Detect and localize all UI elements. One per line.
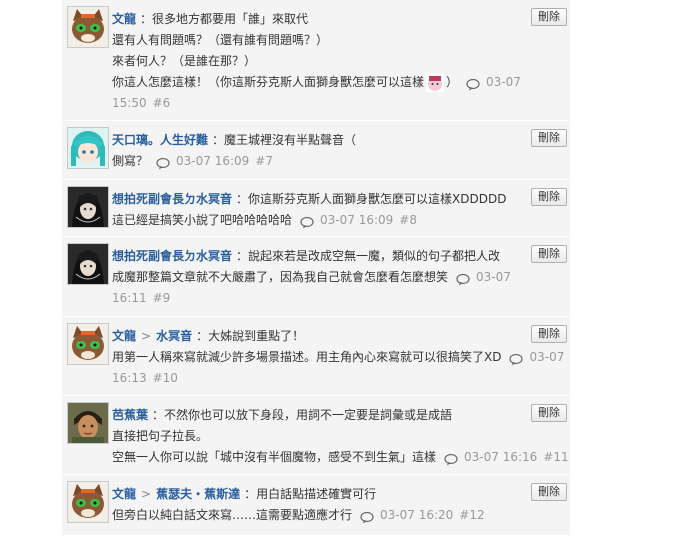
delete-button[interactable]: 刪除 — [531, 188, 567, 206]
comment-text: 你這人怎麼這樣！（你這斯芬克斯人面獅身獸怎麼可以這樣 — [112, 75, 425, 89]
comment-item: 想拍死副會長ㄉ水冥音 ：說起來若是改成空無一魔，類似的句子都把人改 成魔那整篇文章… — [62, 237, 570, 317]
comment-body: 文龍 > 蕉瑟夫・蕉斯達 ：用白話點描述確實可行 但旁白以純白話文來寫……這需要點適應… — [112, 487, 485, 523]
comment-text: 空無一人你可以說「城中沒有半個魔物，感受不到生氣」這樣 — [112, 450, 437, 464]
reply-bubble-icon[interactable] — [300, 215, 314, 228]
reply-bubble-icon[interactable] — [360, 510, 374, 523]
comment-item: 天口璃。人生好難 ：魔王城裡沒有半點聲音（ 側寫？ 03-07 16:09 #7 刪除 — [62, 121, 570, 180]
comment-text: 直接把句子拉長。 — [112, 429, 209, 443]
floor-number[interactable]: #10 — [153, 371, 178, 385]
author-name[interactable]: 文龍 — [112, 487, 136, 501]
delete-button[interactable]: 刪除 — [531, 245, 567, 263]
comment-text: 不然你也可以放下身段，用詞不一定要是詞彙或是成語 — [164, 408, 453, 422]
floor-number[interactable]: #11 — [543, 450, 568, 464]
floor-number[interactable]: #9 — [153, 291, 171, 305]
reply-bubble-icon[interactable] — [466, 77, 480, 90]
comment-time: 16:13 — [112, 371, 147, 385]
comment-datetime: 03-07 16:09 — [176, 154, 250, 168]
delete-button[interactable]: 刪除 — [531, 129, 567, 147]
comment-body: 文龍 > 水冥音 ：大姊說到重點了！ 用第一人稱來寫就減少許多場景描述。用主角內心來寫… — [112, 329, 565, 385]
comment-body: 文龍 ：很多地方都要用「誰」來取代 還有人有問題嗎？（還有誰有問題嗎？） 來者何人… — [112, 12, 521, 110]
author-name[interactable]: 文龍 — [112, 329, 136, 343]
author-name[interactable]: 想拍死副會長ㄉ水冥音 — [112, 249, 232, 263]
comment-text: 說起來若是改成空無一魔，類似的句子都把人改 — [248, 249, 501, 263]
comment-text: 大姊說到重點了！ — [208, 329, 305, 343]
author-name[interactable]: 芭蕉葉 — [112, 408, 148, 422]
reply-bubble-icon[interactable] — [156, 156, 170, 169]
floor-number[interactable]: #8 — [399, 213, 417, 227]
delete-button[interactable]: 刪除 — [531, 325, 567, 343]
comment-date: 03-07 — [476, 270, 511, 284]
comment-item: 文龍 ：很多地方都要用「誰」來取代 還有人有問題嗎？（還有誰有問題嗎？） 來者何人… — [62, 0, 570, 121]
comment-text: 側寫？ — [112, 154, 149, 168]
avatar[interactable] — [67, 243, 109, 285]
comment-text: 魔王城裡沒有半點聲音（ — [224, 133, 357, 147]
delete-button[interactable]: 刪除 — [531, 8, 567, 26]
teal-hair-avatar-icon — [68, 128, 108, 168]
comment-datetime: 03-07 16:09 — [320, 213, 394, 227]
cat-avatar-icon — [68, 7, 108, 47]
floor-number[interactable]: #12 — [459, 508, 484, 522]
comment-item: 文龍 > 水冥音 ：大姊說到重點了！ 用第一人稱來寫就減少許多場景描述。用主角內心來寫… — [62, 317, 570, 396]
comment-body: 天口璃。人生好難 ：魔王城裡沒有半點聲音（ 側寫？ 03-07 16:09 #7 — [112, 133, 357, 169]
comment-text: 用第一人稱來寫就減少許多場景描述。用主角內心來寫就可以很搞笑了XD — [112, 350, 502, 364]
reply-to-name[interactable]: 蕉瑟夫・蕉斯達 — [156, 487, 240, 501]
comment-text: 成魔那整篇文章就不大嚴肅了，因為我自己就會怎麼看怎麼想笑 — [112, 270, 449, 284]
comment-body: 想拍死副會長ㄉ水冥音 ：你這斯芬克斯人面獅身獸怎麼可以這樣XDDDDD 這已經是搞… — [112, 192, 507, 228]
comment-item: 想拍死副會長ㄉ水冥音 ：你這斯芬克斯人面獅身獸怎麼可以這樣XDDDDD 這已經是搞… — [62, 180, 570, 237]
warrior-avatar-icon — [68, 403, 108, 443]
avatar[interactable] — [67, 481, 109, 523]
comment-body: 芭蕉葉 ：不然你也可以放下身段，用詞不一定要是詞彙或是成語 直接把句子拉長。 空無… — [112, 408, 569, 465]
comment-date: 03-07 — [486, 75, 521, 89]
dark-hair-avatar-icon — [68, 187, 108, 227]
comment-datetime: 03-07 16:16 — [464, 450, 538, 464]
delete-button[interactable]: 刪除 — [531, 483, 567, 501]
floor-number[interactable]: #6 — [153, 96, 171, 110]
reply-arrow: > — [141, 487, 152, 501]
comment-text: 這已經是搞笑小說了吧哈哈哈哈哈 — [112, 213, 293, 227]
comment-text: 來者何人？（是誰在那？） — [112, 54, 257, 68]
author-name[interactable]: 想拍死副會長ㄉ水冥音 — [112, 192, 232, 206]
avatar[interactable] — [67, 402, 109, 444]
cat-avatar-icon — [68, 324, 108, 364]
comment-text: 你這斯芬克斯人面獅身獸怎麼可以這樣XDDDDD — [248, 192, 507, 206]
comment-datetime: 03-07 16:20 — [380, 508, 454, 522]
avatar[interactable] — [67, 6, 109, 48]
comment-text: 但旁白以純白話文來寫……這需要點適應才行 — [112, 508, 353, 522]
reply-arrow: > — [141, 329, 152, 343]
avatar[interactable] — [67, 186, 109, 228]
avatar[interactable] — [67, 127, 109, 169]
reply-bubble-icon[interactable] — [456, 272, 470, 285]
emoticon-icon — [426, 73, 445, 92]
author-name[interactable]: 文龍 — [112, 12, 136, 26]
reply-bubble-icon[interactable] — [509, 352, 524, 365]
dark-hair-avatar-icon — [68, 244, 108, 284]
comment-text: 用白話點描述確實可行 — [256, 487, 377, 501]
comment-item: 芭蕉葉 ：不然你也可以放下身段，用詞不一定要是詞彙或是成語 直接把句子拉長。 空無… — [62, 396, 570, 475]
author-name[interactable]: 天口璃。人生好難 — [112, 133, 208, 147]
comment-thread: 文龍 ：很多地方都要用「誰」來取代 還有人有問題嗎？（還有誰有問題嗎？） 來者何人… — [62, 0, 570, 536]
comment-text: 很多地方都要用「誰」來取代 — [152, 12, 309, 26]
comment-time: 15:50 — [112, 96, 147, 110]
comment-body: 想拍死副會長ㄉ水冥音 ：說起來若是改成空無一魔，類似的句子都把人改 成魔那整篇文章… — [112, 249, 511, 305]
floor-number[interactable]: #7 — [255, 154, 273, 168]
reply-bubble-icon[interactable] — [444, 452, 458, 465]
delete-button[interactable]: 刪除 — [531, 404, 567, 422]
avatar[interactable] — [67, 323, 109, 365]
comment-item: 文龍 > 蕉瑟夫・蕉斯達 ：用白話點描述確實可行 但旁白以純白話文來寫……這需要點適應… — [62, 475, 570, 536]
reply-to-name[interactable]: 水冥音 — [156, 329, 192, 343]
cat-avatar-icon — [68, 482, 108, 522]
comment-date: 03-07 — [529, 350, 565, 364]
comment-time: 16:11 — [112, 291, 147, 305]
comment-text: 還有人有問題嗎？（還有誰有問題嗎？） — [112, 33, 329, 47]
